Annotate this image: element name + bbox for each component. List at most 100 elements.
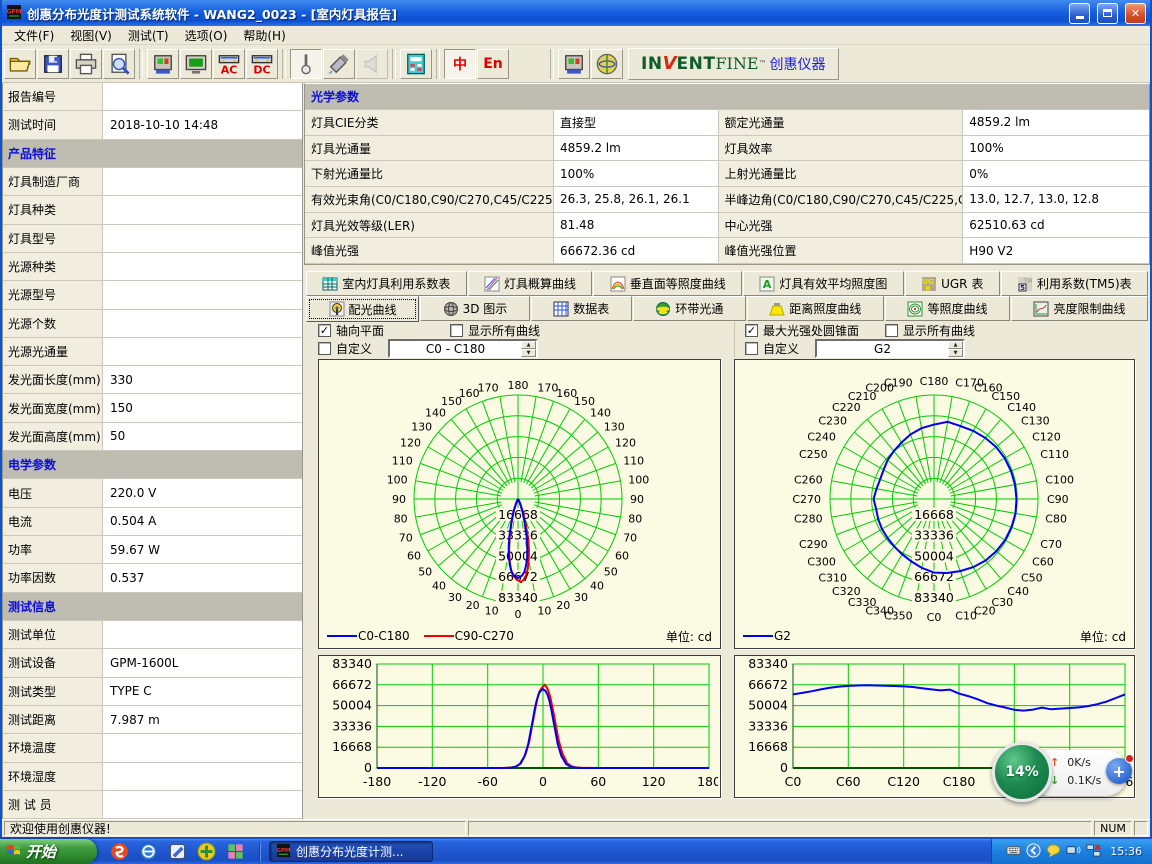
spinner-control[interactable]: ▲▼	[948, 341, 963, 356]
start-button[interactable]: 开始	[0, 839, 97, 864]
checkbox-box[interactable]	[745, 324, 758, 337]
checkbox-box[interactable]	[885, 324, 898, 337]
close-button[interactable]: ✕	[1125, 3, 1146, 24]
tab-isolux[interactable]: 等照度曲线	[885, 296, 1010, 321]
tray-network[interactable]	[1086, 843, 1101, 861]
field-value[interactable]	[103, 196, 302, 223]
plane-select-value: C0 - C180	[390, 342, 521, 356]
ql-browser[interactable]	[138, 842, 158, 862]
menu-item-4[interactable]: 选项(O)	[177, 26, 236, 45]
svg-text:120: 120	[642, 774, 666, 789]
menu-item-3[interactable]: 测试(T)	[120, 26, 177, 45]
field-value[interactable]: 59.67 W	[103, 536, 302, 563]
ql-safety[interactable]	[196, 842, 216, 862]
tab-polar-curve[interactable]: 配光曲线	[306, 296, 419, 322]
spin-up-icon[interactable]: ▲	[948, 341, 963, 349]
lang-chinese-button[interactable]: 中	[444, 49, 476, 79]
menu-item-1[interactable]: 文件(F)	[6, 26, 62, 45]
tray-display[interactable]	[1066, 843, 1081, 861]
field-value[interactable]	[103, 310, 302, 337]
tab-sphere-3d[interactable]: 3D 图示	[420, 296, 530, 321]
tray-messenger[interactable]	[1046, 843, 1061, 861]
field-value[interactable]: 7.987 m	[103, 706, 302, 733]
max-intensity-cone-checkbox[interactable]: 最大光强处圆锥面	[745, 322, 859, 339]
print-button[interactable]	[70, 49, 102, 79]
control-panel-button[interactable]	[400, 49, 432, 79]
tray-keyboard[interactable]	[1006, 843, 1021, 861]
print-preview-button[interactable]	[103, 49, 135, 79]
task-button-active[interactable]: GPM 创惠分布光度计测...	[269, 841, 433, 862]
field-value[interactable]: 2018-10-10 14:48	[103, 111, 302, 138]
svg-text:C80: C80	[1045, 512, 1067, 525]
field-value[interactable]: 0.504 A	[103, 508, 302, 535]
tab-luminance-limit[interactable]: 亮度限制曲线	[1011, 296, 1148, 321]
lang-english-button[interactable]: En	[477, 49, 509, 79]
field-value[interactable]: 0.537	[103, 564, 302, 591]
spin-up-icon[interactable]: ▲	[521, 341, 536, 349]
menu-item-2[interactable]: 视图(V)	[62, 26, 120, 45]
field-value[interactable]: GPM-1600L	[103, 649, 302, 676]
field-value[interactable]	[103, 253, 302, 280]
field-value[interactable]: 330	[103, 366, 302, 393]
task-button-label: 创惠分布光度计测...	[296, 843, 403, 860]
checkbox-box[interactable]	[745, 342, 758, 355]
gpm-device-button[interactable]	[558, 49, 590, 79]
field-value[interactable]: TYPE C	[103, 678, 302, 705]
spin-down-icon[interactable]: ▼	[521, 349, 536, 357]
field-value[interactable]	[103, 83, 302, 110]
field-value[interactable]: 50	[103, 423, 302, 450]
cone-select[interactable]: G2▲▼	[815, 339, 965, 358]
tab-distance-illuminance[interactable]: 距离照度曲线	[747, 296, 884, 321]
ac-source-button[interactable]: AC	[213, 49, 245, 79]
show-all-curves-checkbox-left[interactable]: 显示所有曲线	[450, 322, 540, 339]
ql-colors[interactable]	[225, 842, 245, 862]
field-value[interactable]	[103, 791, 302, 818]
monitor-button[interactable]	[180, 49, 212, 79]
field-value[interactable]	[103, 281, 302, 308]
field-value[interactable]: 220.0 V	[103, 479, 302, 506]
field-value[interactable]	[103, 734, 302, 761]
minimize-button[interactable]	[1069, 3, 1090, 24]
axial-plane-checkbox[interactable]: 轴向平面	[318, 322, 384, 339]
tab-utilization-table[interactable]: 室内灯具利用系数表	[306, 271, 467, 296]
globe-button[interactable]	[591, 49, 623, 79]
save-file-button[interactable]	[37, 49, 69, 79]
field-value[interactable]	[103, 338, 302, 365]
status-spacer	[468, 821, 1092, 836]
svg-text:90: 90	[630, 493, 644, 506]
memory-percent-ball[interactable]: 14%	[992, 742, 1052, 802]
field-value[interactable]	[103, 168, 302, 195]
checkbox-box[interactable]	[318, 324, 331, 337]
spin-down-icon[interactable]: ▼	[948, 349, 963, 357]
field-value[interactable]	[103, 763, 302, 790]
menu-item-5[interactable]: 帮助(H)	[235, 26, 293, 45]
tab-tm5[interactable]: TM5利用系数(TM5)表	[1001, 271, 1148, 296]
goniophotometer-button[interactable]	[147, 49, 179, 79]
ql-sogou[interactable]	[109, 842, 129, 862]
field-value[interactable]: 150	[103, 394, 302, 421]
checkbox-box[interactable]	[450, 324, 463, 337]
custom-checkbox-right[interactable]: 自定义	[745, 340, 799, 357]
restore-button[interactable]	[1097, 3, 1118, 24]
custom-checkbox-left[interactable]: 自定义	[318, 340, 372, 357]
show-all-curves-checkbox-right[interactable]: 显示所有曲线	[885, 322, 975, 339]
table-row: 功率59.67 W	[3, 536, 302, 564]
field-value[interactable]	[103, 621, 302, 648]
tab-ugr[interactable]: UGRUGR 表	[905, 271, 1000, 296]
net-speed-widget[interactable]: ↑0K/s ↓0.1K/s 14% +	[992, 742, 1134, 804]
dc-source-button[interactable]: DC	[246, 49, 278, 79]
field-value[interactable]	[103, 225, 302, 252]
ql-app[interactable]	[167, 842, 187, 862]
plane-select[interactable]: C0 - C180▲▼	[388, 339, 538, 358]
tab-data-table[interactable]: 数据表	[531, 296, 632, 321]
tab-zonal-flux[interactable]: 环带光通	[633, 296, 746, 321]
tab-vertical-isolux[interactable]: 垂直面等照度曲线	[593, 271, 742, 296]
tab-estimate-curves[interactable]: 灯具概算曲线	[468, 271, 593, 296]
checkbox-box[interactable]	[318, 342, 331, 355]
open-file-button[interactable]	[4, 49, 36, 79]
tab-avg-illuminance[interactable]: A灯具有效平均照度图	[743, 271, 904, 296]
tray-collapse[interactable]	[1026, 843, 1041, 861]
luminaire-button[interactable]	[323, 49, 355, 79]
probe-button[interactable]	[290, 49, 322, 79]
spinner-control[interactable]: ▲▼	[521, 341, 536, 356]
